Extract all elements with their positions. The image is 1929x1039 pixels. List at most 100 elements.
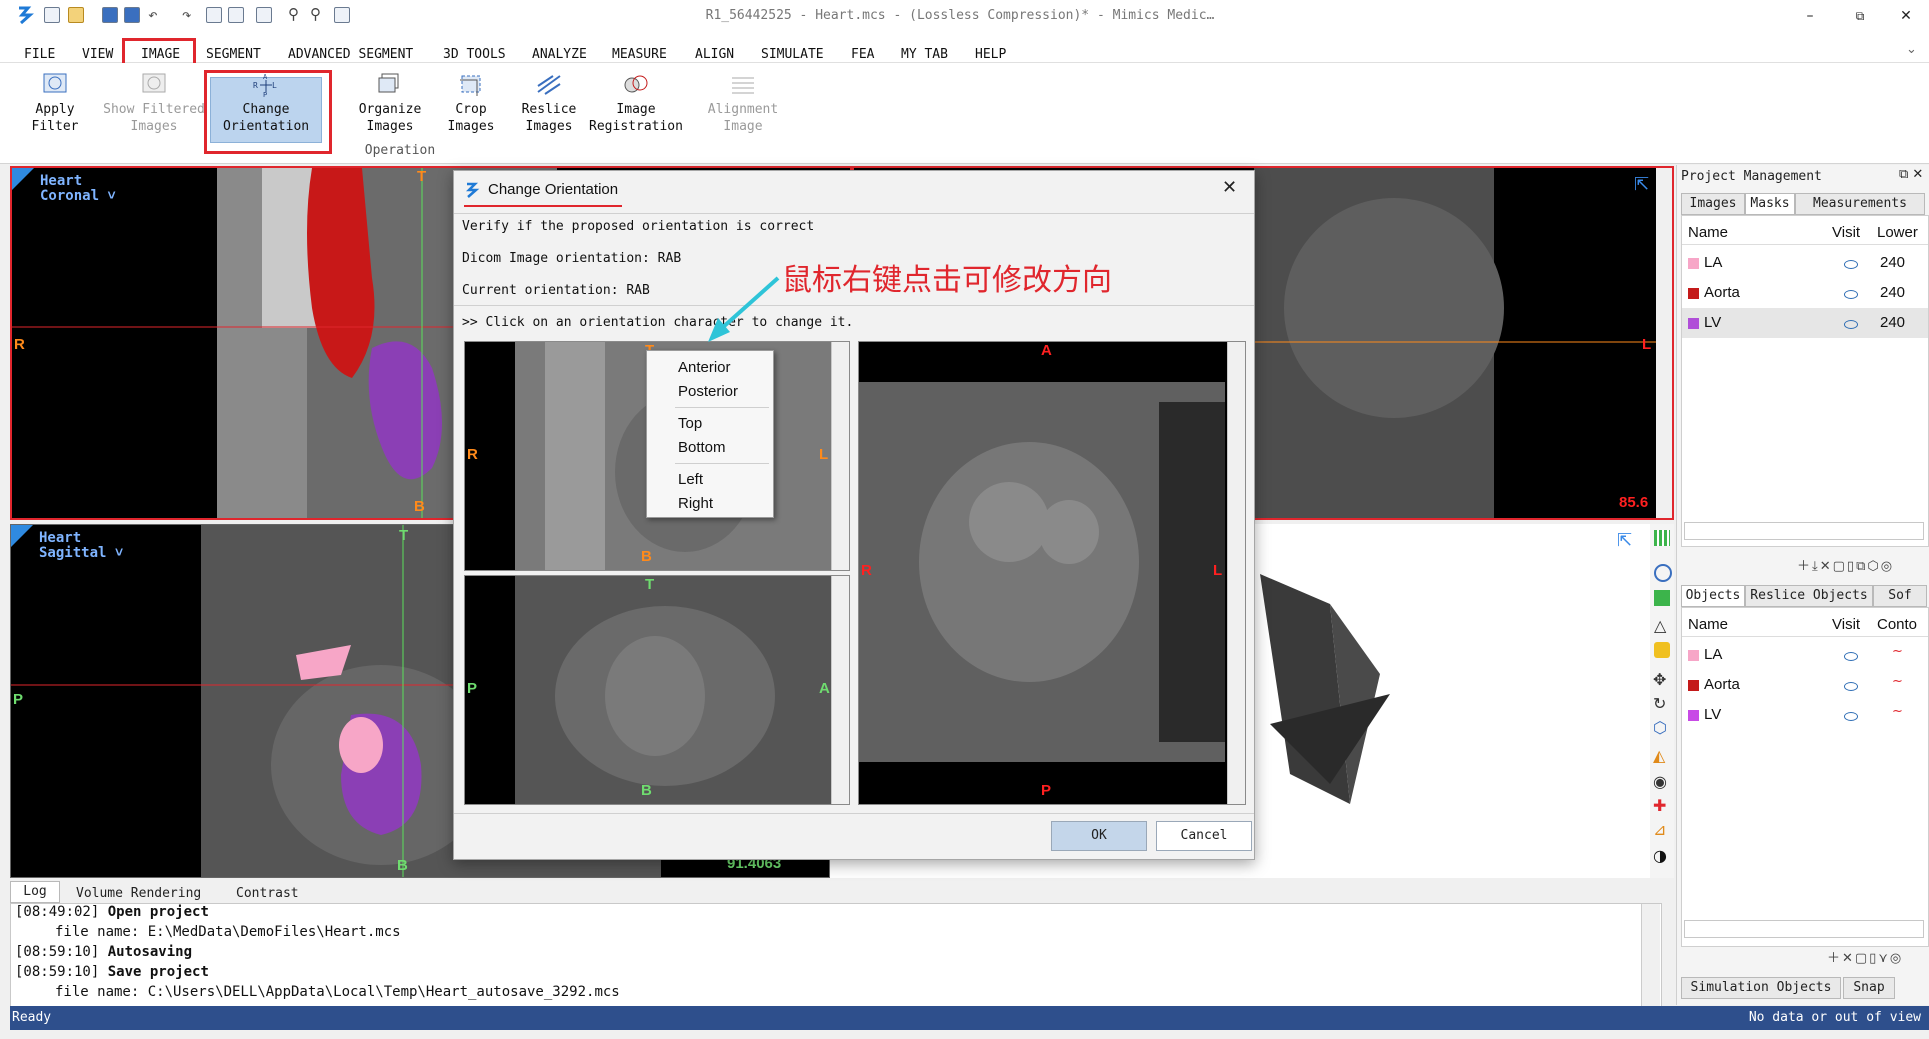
menu-my-tab[interactable]: MY TAB [901,47,948,62]
object-toolbar-icons[interactable]: ＋✕▢▯⋎◎ [1827,947,1903,966]
redo-icon[interactable]: ↷ [182,5,192,24]
new-file-icon[interactable] [44,7,60,23]
contrast-icon[interactable]: ◑ [1653,846,1667,865]
dialog-axial-scrollbar[interactable] [1227,342,1245,804]
pan-icon[interactable]: ✥ [1653,670,1666,689]
sagittal-view-dropdown[interactable]: Sagittal ˅ [39,546,123,561]
visibility-eye-icon[interactable] [1844,682,1858,691]
coronal-view-dropdown[interactable]: Coronal ˅ [40,189,116,204]
menu-measure[interactable]: MEASURE [612,47,667,62]
ok-button[interactable]: OK [1051,821,1147,851]
dialog-coronal-left[interactable]: R [467,446,478,463]
menu-file[interactable]: FILE [24,47,55,62]
mask-toolbar-icons[interactable]: ＋⤓✕▢▯⧉⬡◎ [1797,555,1894,574]
dialog-axial-preview[interactable]: A P R L [858,341,1246,805]
grid-tool-icon[interactable] [1654,530,1670,546]
apply-filter-button[interactable]: Apply Filter [12,72,98,135]
alignment-image-button[interactable]: Alignment Image [697,72,789,135]
zoom-in-icon[interactable]: ⚲ [288,5,299,23]
crop-images-button[interactable]: Crop Images [428,72,514,135]
copy-icon[interactable] [228,7,244,23]
sagittal-label[interactable]: Heart Sagittal ˅ [39,531,123,561]
mask-row-aorta[interactable]: Aorta 240 [1682,278,1928,308]
minimize-button[interactable]: – [1790,4,1830,28]
cancel-button[interactable]: Cancel [1156,821,1252,851]
tab-images[interactable]: Images [1681,193,1745,215]
menu-fea[interactable]: FEA [851,47,874,62]
sphere-tool-icon[interactable] [1654,564,1672,582]
coronal-label[interactable]: Heart Coronal ˅ [40,174,116,204]
tab-contrast[interactable]: Contrast [236,886,299,901]
reslice-images-button[interactable]: Reslice Images [506,72,592,135]
visibility-eye-icon[interactable] [1844,290,1858,299]
paste-icon[interactable] [256,7,272,23]
print-icon[interactable] [206,7,222,23]
undo-icon[interactable]: ↶ [148,5,158,24]
object-row-la[interactable]: LA ~ [1682,640,1928,670]
axial-scrollbar[interactable] [1656,168,1672,518]
tab-log[interactable]: Log [10,881,60,903]
dialog-coronal-bottom[interactable]: B [641,548,652,565]
object-row-aorta[interactable]: Aorta ~ [1682,670,1928,700]
visibility-eye-icon[interactable] [1844,652,1858,661]
tab-volume-rendering[interactable]: Volume Rendering [76,886,201,901]
visibility-eye-icon[interactable] [1844,320,1858,329]
visibility-eye-icon[interactable] [1844,260,1858,269]
maximize-view-icon[interactable]: ⇱ [1634,174,1649,195]
object-tool-icon[interactable] [1654,642,1670,658]
tab-snap[interactable]: Snap [1843,977,1895,999]
rotate-icon[interactable]: ↻ [1653,694,1666,713]
tab-simulation-objects[interactable]: Simulation Objects [1681,977,1841,999]
close-window-button[interactable]: ✕ [1886,4,1926,28]
open-folder-icon[interactable] [68,7,84,23]
masks-h-scrollbar[interactable] [1684,522,1924,540]
dialog-close-icon[interactable]: ✕ [1222,177,1237,198]
cube-tool-icon[interactable] [1654,590,1670,606]
color-tool-icon[interactable]: ◭ [1653,746,1665,765]
contour-icon[interactable]: ~ [1892,674,1903,689]
menu-3d-tools[interactable]: 3D TOOLS [443,47,506,62]
menu-advanced-segment[interactable]: ADVANCED SEGMENT [288,47,413,62]
menu-item-right[interactable]: Right [678,495,713,512]
organize-images-button[interactable]: Organize Images [347,72,433,135]
menu-item-posterior[interactable]: Posterior [678,383,738,400]
menu-segment[interactable]: SEGMENT [206,47,261,62]
menu-analyze[interactable]: ANALYZE [532,47,587,62]
axes-icon[interactable]: ⊿ [1653,820,1666,839]
contour-icon[interactable]: ~ [1892,704,1903,719]
show-filtered-images-button[interactable]: Show Filtered Images [97,72,211,135]
tab-measurements[interactable]: Measurements [1795,193,1925,215]
panel-pin-icon[interactable]: ⧉ ✕ [1899,167,1923,182]
visibility-eye-icon[interactable] [1844,712,1858,721]
mask-row-lv[interactable]: LV 240 [1682,308,1928,338]
maximize-3d-icon[interactable]: ⇱ [1617,530,1632,551]
menu-item-anterior[interactable]: Anterior [678,359,731,376]
dialog-sagittal-scrollbar[interactable] [831,576,849,804]
dialog-sagittal-bottom[interactable]: B [641,782,652,799]
dialog-axial-right[interactable]: L [1213,562,1222,579]
menu-item-left[interactable]: Left [678,471,703,488]
menu-simulate[interactable]: SIMULATE [761,47,824,62]
dialog-coronal-scrollbar[interactable] [831,342,849,570]
zoom-out-icon[interactable]: ⚲ [310,5,321,23]
dialog-sagittal-left[interactable]: P [467,680,477,697]
measure-tool-icon[interactable]: △ [1654,616,1666,635]
dialog-axial-top[interactable]: A [1041,342,1052,359]
tab-objects[interactable]: Objects [1681,585,1745,607]
view-cube-icon[interactable]: ⬡ [1653,718,1667,737]
dialog-axial-bottom[interactable]: P [1041,782,1051,799]
tab-sof[interactable]: Sof [1873,585,1927,607]
visibility-icon[interactable]: ◉ [1653,772,1667,791]
mask-row-la[interactable]: LA 240 [1682,248,1928,278]
save-icon[interactable] [102,7,118,23]
tab-reslice-objects[interactable]: Reslice Objects [1745,585,1873,607]
dialog-sagittal-preview[interactable]: T B P A [464,575,850,805]
menu-help[interactable]: HELP [975,47,1006,62]
dialog-sagittal-right[interactable]: A [819,680,830,697]
menu-item-top[interactable]: Top [678,415,702,432]
crosshair-icon[interactable]: ✚ [1653,796,1666,815]
log-scrollbar[interactable] [1641,904,1660,1006]
menu-view[interactable]: VIEW [82,47,113,62]
dialog-axial-left[interactable]: R [861,562,872,579]
tab-masks[interactable]: Masks [1745,193,1795,215]
